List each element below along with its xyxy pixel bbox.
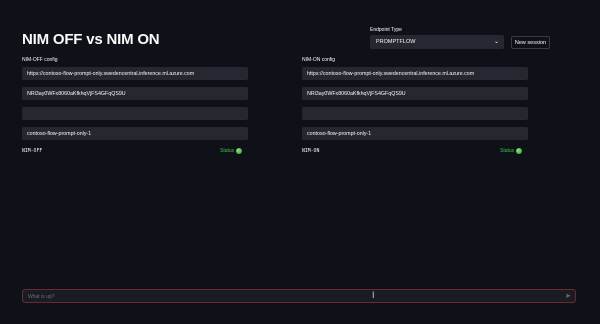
nim-off-config-label: NIM-OFF config: [22, 57, 58, 63]
endpoint-type-label: Endpoint Type: [370, 27, 402, 33]
send-icon[interactable]: ➤: [565, 292, 571, 300]
nim-off-deployment-field[interactable]: contoso-flow-prompt-only-1: [22, 127, 248, 140]
nim-off-url-field[interactable]: https://contoso-flow-prompt-only.swedenc…: [22, 67, 248, 80]
nim-on-tag: NIM-ON: [302, 149, 320, 154]
status-dot-icon: [236, 148, 243, 154]
nim-on-status: Status: [500, 148, 523, 154]
endpoint-type-value: PROMPTFLOW: [376, 39, 416, 45]
nim-on-empty-field[interactable]: [302, 107, 528, 120]
nim-on-key-field[interactable]: NRl3ay0WFx8060aKfkhqVjFS4GFqQS9U: [302, 87, 528, 100]
nim-off-tag: NIM-OFF: [22, 149, 43, 154]
nim-off-empty-field[interactable]: [22, 107, 248, 120]
status-dot-icon: [516, 148, 523, 154]
page-title: NIM OFF vs NIM ON: [22, 31, 160, 48]
nim-off-key-field[interactable]: NRl3ay0WFx8060aKfkhqVjFS4GFqQS9U: [22, 87, 248, 100]
new-session-button[interactable]: New session: [511, 36, 550, 49]
nim-on-config-label: NIM-ON config: [302, 57, 336, 63]
nim-off-status-label: Status: [220, 148, 235, 154]
nim-on-status-label: Status: [500, 148, 515, 154]
nim-on-deployment-field[interactable]: contoso-flow-prompt-only-1: [302, 127, 528, 140]
chevron-down-icon: ⌄: [493, 39, 499, 45]
endpoint-type-select[interactable]: PROMPTFLOW ⌄: [370, 35, 504, 49]
chat-input[interactable]: What is up?: [22, 289, 576, 303]
chat-placeholder: What is up?: [28, 294, 55, 300]
nim-off-status: Status: [220, 148, 243, 154]
text-cursor-icon: I: [372, 290, 375, 300]
nim-on-url-field[interactable]: https://contoso-flow-prompt-only.swedenc…: [302, 67, 528, 80]
